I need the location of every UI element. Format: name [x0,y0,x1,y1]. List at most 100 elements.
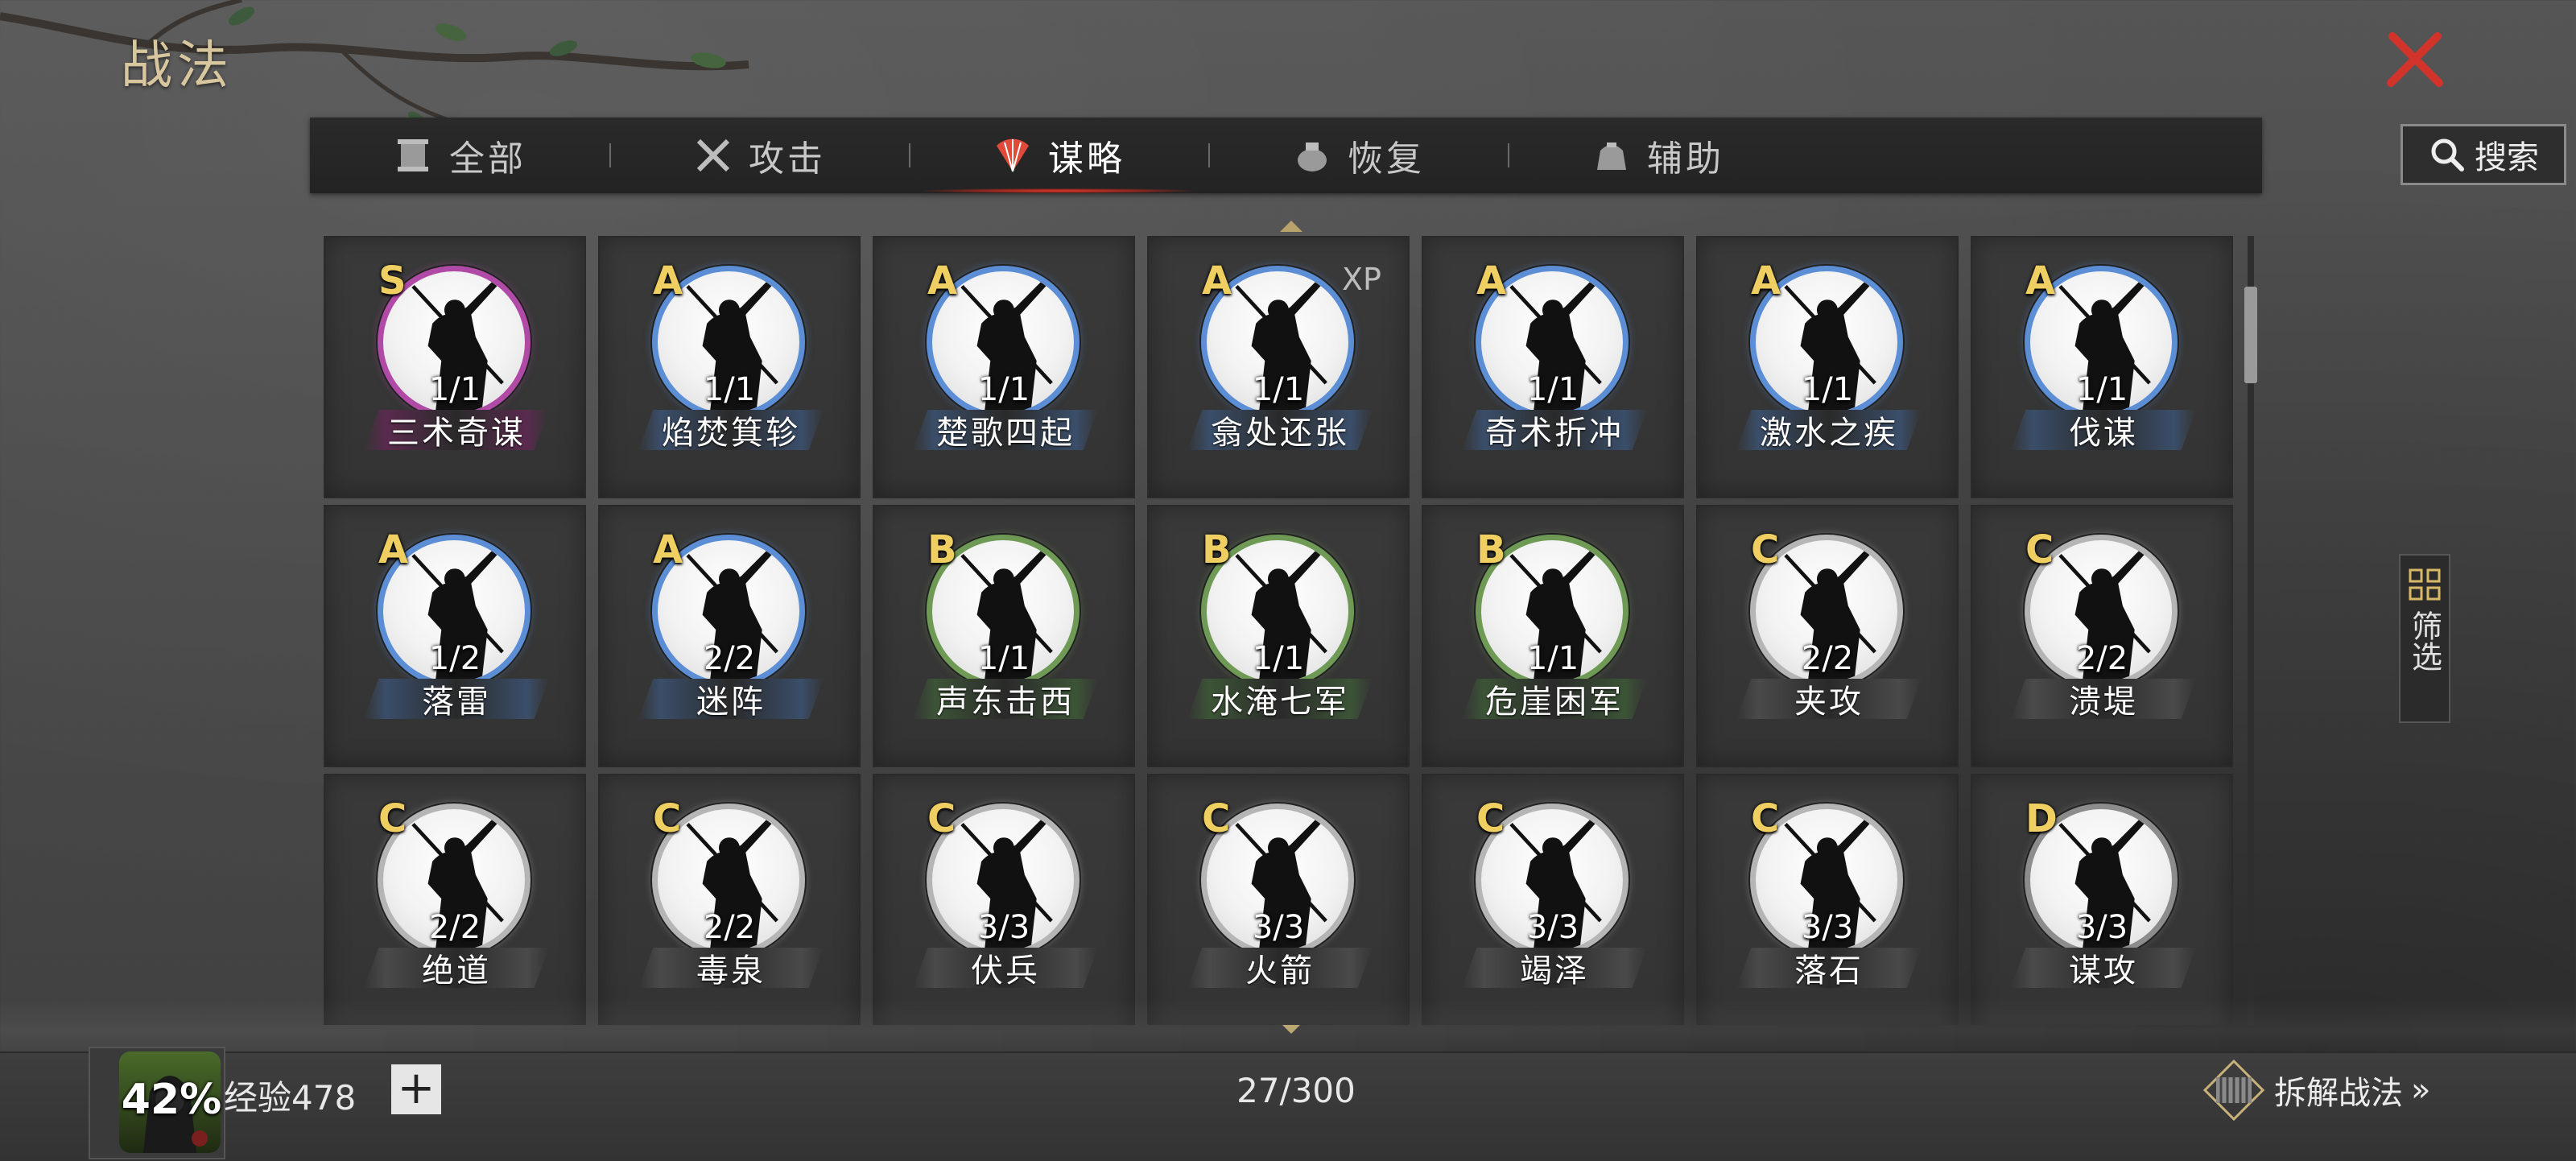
strategy-fan-icon [992,134,1034,176]
decompose-scroll-icon [2202,1059,2265,1122]
tactic-grade: A [2025,258,2056,304]
tactic-card[interactable]: A 1/1 激水之疾 [1696,236,1959,498]
tactic-count: 1/1 [1526,640,1579,677]
tactic-card[interactable]: B 1/1 声东击西 [873,505,1135,767]
tab-label: 恢复 [1348,138,1425,180]
filter-label: 筛选 [2406,610,2442,671]
tactic-grade: A [1476,258,1507,304]
decompose-tactic-button[interactable]: 拆解战法 » [2202,1058,2459,1122]
scroll-up-arrow-icon [1280,221,1302,232]
tactic-card[interactable]: A 1/1 奇术折冲 [1422,236,1684,498]
tactic-count: 1/1 [1526,371,1579,408]
tactic-name: 激水之疾 [1736,410,1922,450]
tactic-count: 2/2 [2075,640,2128,677]
tactic-grade: B [1202,527,1232,572]
tab-strategy[interactable]: 谋略 [909,118,1208,193]
tactic-name: 楚歌四起 [913,410,1098,450]
grid-filter-icon [2409,568,2441,601]
tab-support[interactable]: 辅助 [1508,118,1807,193]
tactic-card[interactable]: A 1/1 伐谋 [1971,236,2233,498]
tactic-name: 毒泉 [638,948,824,988]
tactic-grade: S [378,258,407,304]
tactic-grade: C [1751,796,1780,841]
search-button[interactable]: 搜索 [2401,124,2566,185]
tactic-grade: C [378,796,407,841]
tactic-name: 危崖困军 [1462,679,1647,719]
tactic-grade: B [1476,527,1506,572]
tactic-card[interactable]: C 3/3 火箭 [1147,774,1410,1025]
exp-percent: 42% [121,1076,222,1124]
tactic-grade: A [378,527,409,572]
tactic-exp-label: 去经验478 [222,1071,391,1120]
tactic-name: 伐谋 [2011,410,2196,450]
tactic-name: 火箭 [1187,948,1373,988]
tactic-count: 1/2 [428,640,481,677]
tactic-card[interactable]: D 3/3 谋攻 [1971,774,2233,1025]
tactic-card[interactable]: C 2/2 夹攻 [1696,505,1959,767]
category-tab-bar: 全部 攻击 谋略 恢复 辅助 搜索 [310,118,2566,193]
tab-label: 辅助 [1647,138,1724,180]
tactic-name: 伏兵 [913,948,1098,988]
tactic-name: 谋攻 [2011,948,2196,988]
tactic-card[interactable]: A 1/1 焰焚箕轸 [598,236,861,498]
tactic-card[interactable]: C 3/3 落石 [1696,774,1959,1025]
tactic-count: 1/1 [977,640,1030,677]
plus-icon: + [397,1062,436,1114]
tactic-count: 1/1 [977,371,1030,408]
tactic-name: 迷阵 [638,679,824,719]
tactic-grade: D [2025,796,2058,841]
tactic-name: 落雷 [364,679,549,719]
tactic-name: 翕处还张 [1187,410,1373,450]
tactic-grade: C [1202,796,1231,841]
tactic-card[interactable]: S 1/1 三术奇谋 [324,236,586,498]
tactic-card[interactable]: A 1/2 落雷 [324,505,586,767]
tactic-card[interactable]: C 2/2 毒泉 [598,774,861,1025]
tactic-name: 竭泽 [1462,948,1647,988]
tactic-card[interactable]: C 2/2 绝道 [324,774,586,1025]
add-exp-button[interactable]: + [391,1064,441,1114]
tactic-count: 1/1 [1252,371,1305,408]
tactic-card[interactable]: A 2/2 迷阵 [598,505,861,767]
tactic-count: 1/1 [703,371,756,408]
tactic-card[interactable]: C 3/3 伏兵 [873,774,1135,1025]
search-label: 搜索 [2475,139,2539,176]
tactic-grade: C [653,796,682,841]
tactic-grade: A [653,258,683,304]
tactic-name: 焰焚箕轸 [638,410,824,450]
tactic-count: 2/2 [703,640,756,677]
tactic-card[interactable]: A 1/1 楚歌四起 [873,236,1135,498]
tactic-count: 2/2 [428,909,481,946]
tactic-card[interactable]: C 2/2 溃堤 [1971,505,2233,767]
tactic-count: 3/3 [1252,909,1305,946]
filter-button[interactable]: 筛选 [2399,554,2450,723]
tactic-card[interactable]: C 3/3 竭泽 [1422,774,1684,1025]
tactic-count: 3/3 [977,909,1030,946]
tactic-count: 1/1 [428,371,481,408]
tactic-grade: C [2025,527,2054,572]
tactic-name: 水淹七军 [1187,679,1373,719]
xp-tag: XP [1342,262,1381,297]
close-icon [2387,32,2443,87]
tactic-name: 溃堤 [2011,679,2196,719]
tactic-card[interactable]: B 1/1 水淹七军 [1147,505,1410,767]
tactic-grade: A [1202,258,1232,304]
heal-pot-icon [1291,134,1333,176]
tab-recovery[interactable]: 恢复 [1208,118,1508,193]
tactic-count: 3/3 [1526,909,1579,946]
tactic-grade: C [1476,796,1505,841]
tab-attack[interactable]: 攻击 [609,118,909,193]
tactic-grid: S 1/1 三术奇谋 A 1/1 焰焚箕轸 A 1/1 楚歌四起 A 1/1 翕处还张 XP A 1/1 奇术… [324,236,2240,1025]
double-chevron-right-icon: » [2411,1072,2431,1109]
tab-all[interactable]: 全部 [310,118,609,193]
search-icon [2431,138,2464,171]
tactic-exp-text: 去经验478 [222,1078,357,1118]
tactic-count: 3/3 [1801,909,1854,946]
tactic-name: 奇术折冲 [1462,410,1647,450]
tactic-card[interactable]: A 1/1 翕处还张 XP [1147,236,1410,498]
scrollbar-thumb[interactable] [2244,287,2257,383]
tactic-card[interactable]: B 1/1 危崖困军 [1422,505,1684,767]
close-button[interactable] [2383,28,2447,93]
tactic-count: 1/1 [1801,371,1854,408]
tactic-grade: A [927,258,958,304]
tactic-grade: A [1751,258,1781,304]
